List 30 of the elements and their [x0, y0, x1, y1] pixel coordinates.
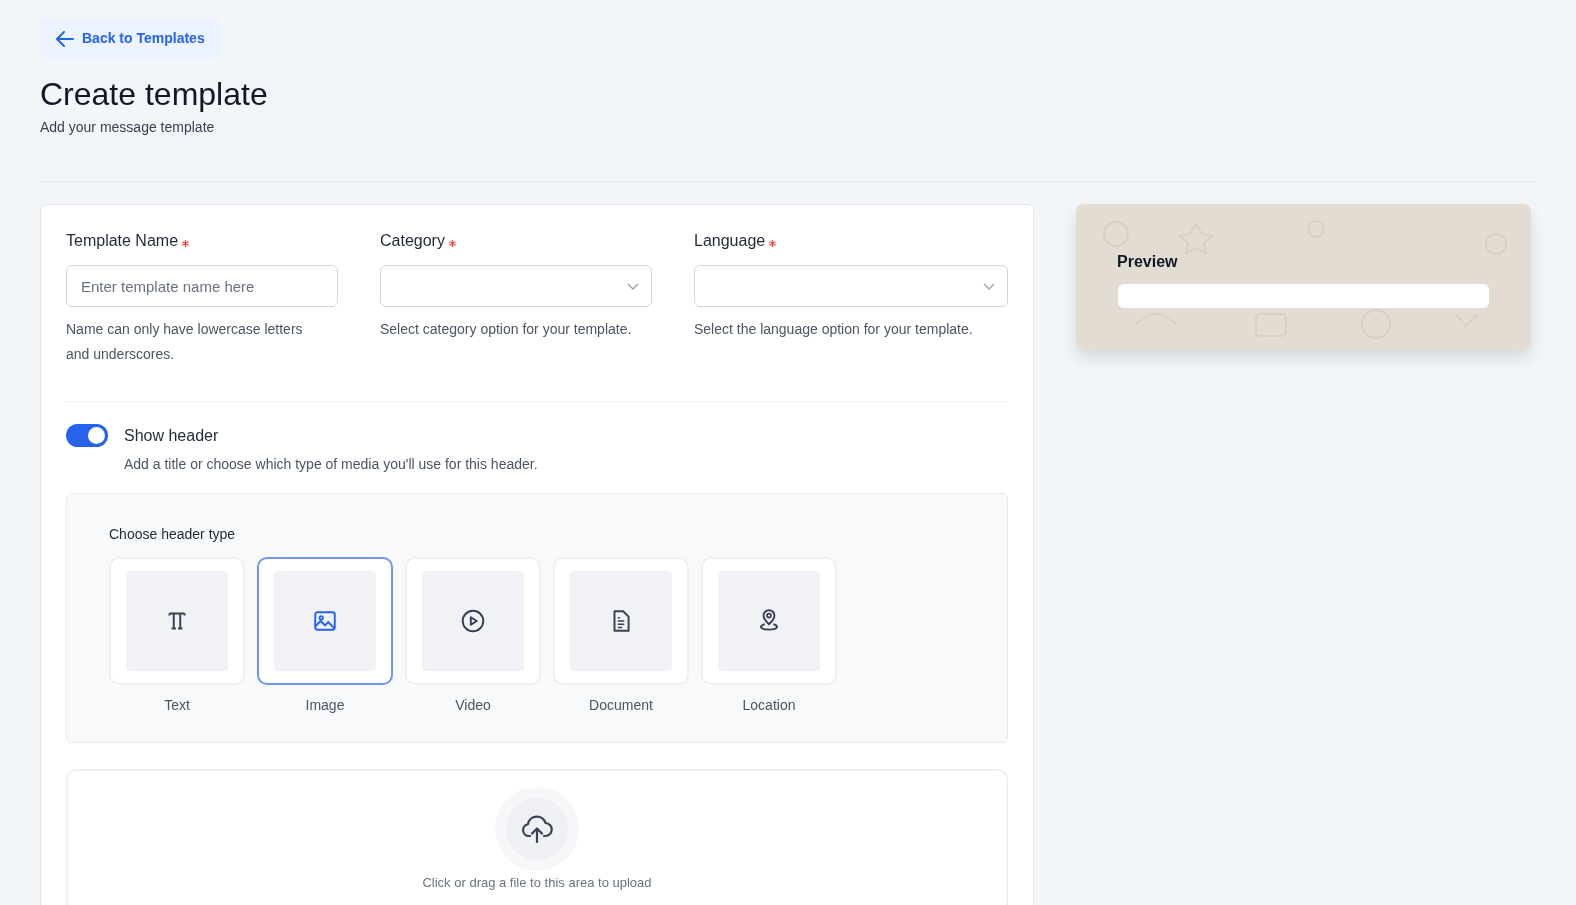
header-type-option[interactable] [257, 557, 393, 686]
option-label: Image [304, 696, 346, 716]
field-label: Category [380, 231, 445, 252]
chevron-down-icon [627, 282, 639, 290]
field-label: Language [694, 231, 766, 252]
option-label: Document [588, 696, 654, 716]
upload-icon [521, 814, 553, 845]
preview-title: Preview [1117, 252, 1178, 273]
dropdown-field[interactable] [694, 265, 1008, 308]
play-icon [460, 608, 486, 635]
field-label: Template Name [66, 231, 179, 252]
upload-hint: Click or drag a file to this area to upload [422, 874, 652, 893]
option-label: Video [454, 696, 492, 716]
option-label: Text [163, 696, 191, 716]
toggle-label: Show header [124, 426, 220, 447]
upload-area[interactable]: Click or drag a file to this area to upload [66, 769, 1008, 905]
chevron-down-icon [983, 282, 995, 290]
template-name-field[interactable]: Enter template name here [66, 265, 338, 308]
help-text: Name can only have lowercase letters and underscores. [66, 320, 304, 365]
page-subtitle: Add your message template [40, 118, 216, 138]
header-toggle[interactable] [66, 424, 108, 448]
dropdown-field[interactable] [380, 265, 652, 308]
toggle-description: Add a title or choose which type of media you'll use for this header. [124, 455, 538, 475]
help-text: Select category option for your template. [380, 320, 633, 340]
header-type-title: Choose header type [109, 525, 237, 545]
back-arrow-icon [56, 30, 74, 47]
page-title: Create template [40, 75, 269, 114]
help-text: Select the language option for your template. [694, 320, 974, 340]
option-label: Location [741, 696, 797, 716]
back-button[interactable]: Back to Templates [40, 18, 221, 59]
